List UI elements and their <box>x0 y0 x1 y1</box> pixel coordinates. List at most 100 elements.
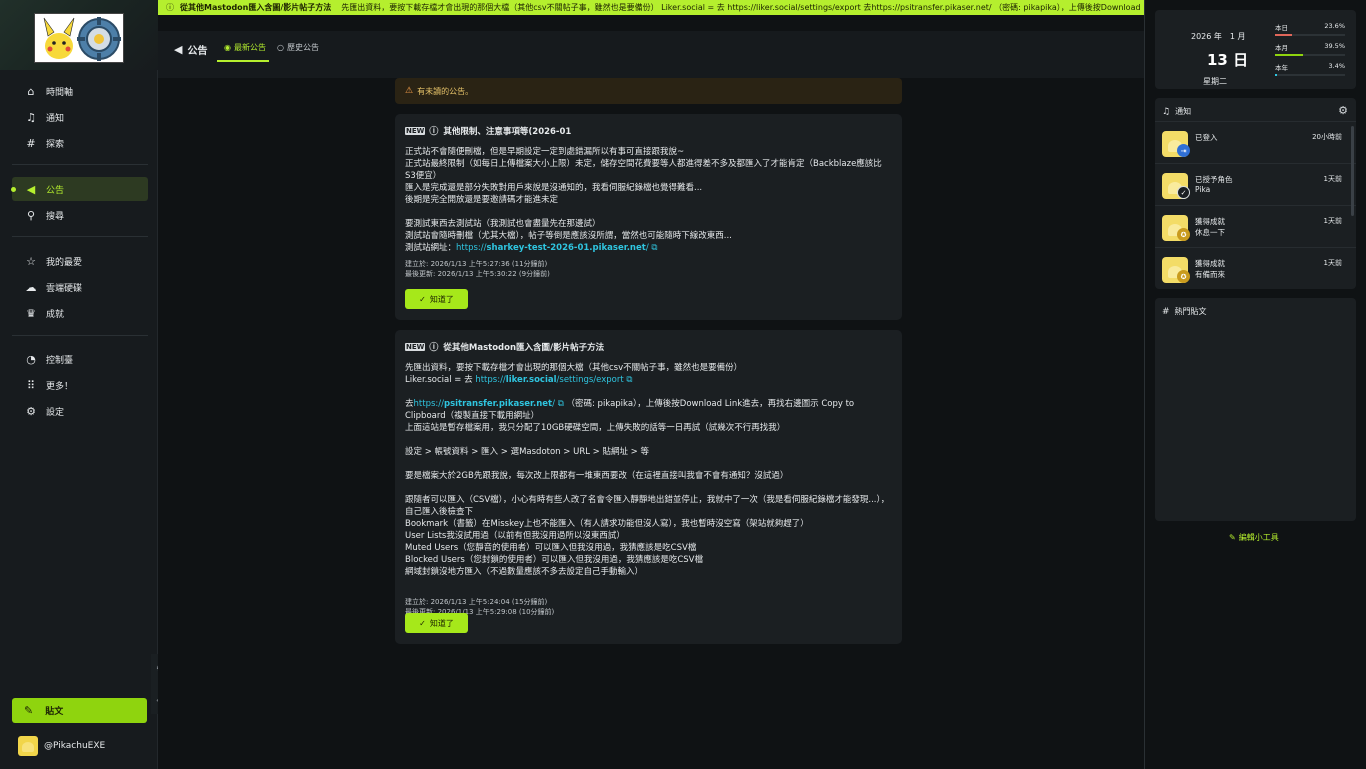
tab-active-underline <box>217 60 269 62</box>
notification-item[interactable]: ✓ 已授予角色 Pika 1天前 <box>1155 163 1356 205</box>
sidebar-item-label: 搜尋 <box>46 211 65 222</box>
sidebar-item-label: 探索 <box>46 139 65 150</box>
widget-header: ♫ 通知 <box>1162 106 1191 117</box>
calendar-weekday: 星期二 <box>1203 77 1227 86</box>
body-line: 上面這站是暫存檔案用，我只分配了10GB硬碟空間，上傳失敗的話等一日再試（試幾次… <box>405 423 786 433</box>
unread-notice-text: 有未讀的公告。 <box>417 86 474 96</box>
body-line: 設定 > 帳號資料 > 匯入 > 選Masdoton > URL > 貼網址 >… <box>405 447 650 457</box>
link-scheme: https:// <box>475 375 506 385</box>
sidebar-item-search[interactable]: ⚲ 搜尋 <box>12 203 148 227</box>
announcement-card: NEW ⓘ 其他限制、注意事項等(2026-01 正式站不會隨便刪檔，但是早期設… <box>395 114 902 320</box>
sidebar-item-favorites[interactable]: ☆ 我的最愛 <box>12 249 148 273</box>
new-badge-icon: NEW <box>405 126 426 135</box>
body-line <box>405 386 892 398</box>
link-host: psitransfer.pikaser.net <box>443 399 553 409</box>
main-column: ◀ 公告 ◉ 最新公告 ○ 歷史公告 ⚠ 有未讀的公告。 NEW ⓘ 其他限制、… <box>158 15 1145 769</box>
notification-title: 已授予角色 <box>1195 175 1233 184</box>
notifications-widget: ♫ 通知 ⚙ ⇥ 已登入 20小時前 ✓ 已授予角色 Pika 1天前 ✪ 獲得… <box>1155 98 1356 289</box>
ticker-text: 先匯出資料，要按下載存檔才會出現的那個大檔（其他csv不關帖子事，雖然也是要備份… <box>341 3 1145 12</box>
link-path: / <box>645 243 649 253</box>
widgets-pane: 2026 年 1 月 13 日 星期二 本日 23.6% 本月 39.5% 本年… <box>1145 0 1366 769</box>
stat-year: 本年 3.4% <box>1275 62 1345 76</box>
announcement-body: 先匯出資料，要按下載存檔才會出現的那個大檔（其他csv不關帖子事，雖然也是要備份… <box>405 362 892 578</box>
notification-time: 1天前 <box>1323 259 1342 267</box>
widget-title: 熱門貼文 <box>1174 307 1207 316</box>
scrollbar-thumb[interactable] <box>1351 126 1354 216</box>
page-title-text: 公告 <box>187 46 208 57</box>
tab-label: 最新公告 <box>233 43 266 52</box>
sidebar-item-announcements[interactable]: ◀ 公告 <box>11 177 148 201</box>
medal-icon: ✪ <box>1177 228 1190 241</box>
sidebar-item-control-panel[interactable]: ◔ 控制臺 <box>12 347 148 371</box>
sidebar-item-settings[interactable]: ⚙ 設定 <box>12 399 148 423</box>
check-icon: ✓ <box>419 294 426 304</box>
post-button-label: 貼文 <box>45 707 64 717</box>
sidebar-item-achievements[interactable]: ♛ 成就 <box>12 301 148 325</box>
announcement-title-text: 從其他Mastodon匯入含圖/影片帖子方法 <box>443 342 605 353</box>
home-icon: ⌂ <box>27 84 35 98</box>
tab-history[interactable]: ○ 歷史公告 <box>277 42 319 53</box>
body-line <box>405 434 892 446</box>
link-prefix: Liker.social = 去 <box>405 375 473 385</box>
instance-logo[interactable] <box>34 13 124 63</box>
check-icon: ✓ <box>1177 186 1190 199</box>
notification-item[interactable]: ✪ 獲得成就 休息一下 1天前 <box>1155 205 1356 247</box>
account-button[interactable]: @PikachuEXE <box>18 736 105 756</box>
post-button[interactable]: ✎ 貼文 <box>12 698 147 723</box>
pencil-icon: ✎ <box>24 704 34 717</box>
stat-value: 39.5% <box>1324 42 1345 50</box>
tab-latest[interactable]: ◉ 最新公告 <box>224 42 266 53</box>
check-icon: ✓ <box>419 618 426 628</box>
sidebar-item-timeline[interactable]: ⌂ 時間軸 <box>12 79 148 103</box>
clock-icon: ○ <box>277 43 284 52</box>
announcement-title: NEW ⓘ 其他限制、注意事項等(2026-01 <box>405 124 571 137</box>
stat-value: 3.4% <box>1328 62 1345 70</box>
notification-title: 獲得成就 <box>1195 259 1225 268</box>
sidebar-item-label: 時間軸 <box>46 87 74 98</box>
gear-icon[interactable]: ⚙ <box>1338 104 1348 117</box>
dashboard-icon: ◔ <box>26 352 36 366</box>
sidebar-item-more[interactable]: ⠿ 更多！ <box>12 373 148 397</box>
body-line: Liker.social = 去 https://liker.social/se… <box>405 374 892 386</box>
body-line: 後期是完全開放還是要邀請碼才能進未定 <box>405 195 559 205</box>
acknowledge-button[interactable]: ✓ 知道了 <box>405 289 468 309</box>
notification-item[interactable]: ⇥ 已登入 20小時前 <box>1155 121 1356 163</box>
calendar-year-month: 2026 年 1 月 <box>1191 32 1246 41</box>
body-line: Bookmark（書籤）在Misskey上也不能匯入（有人請求功能但沒人寫），我… <box>405 519 809 529</box>
trophy-icon: ♛ <box>26 306 36 320</box>
acknowledge-button[interactable]: ✓ 知道了 <box>405 613 468 633</box>
new-badge-icon: NEW <box>405 342 426 351</box>
notification-detail: Pika <box>1195 185 1211 194</box>
trending-widget: # 熱門貼文 <box>1155 298 1356 521</box>
sidebar-item-label: 控制臺 <box>46 355 74 366</box>
stat-day: 本日 23.6% <box>1275 22 1345 36</box>
megaphone-icon: ◀ <box>174 43 183 56</box>
body-line: Muted Users（您靜音的使用者）可以匯入但我沒用過，我猜應該是吃CSV檔 <box>405 543 697 553</box>
notification-item[interactable]: ✪ 獲得成就 有備而來 1天前 <box>1155 247 1356 289</box>
body-line <box>405 458 892 470</box>
active-indicator <box>11 187 16 192</box>
hash-icon: # <box>1162 306 1170 317</box>
edit-widgets-button[interactable]: ✎ 編輯小工具 <box>1229 532 1279 543</box>
grid-icon: ⠿ <box>26 378 36 392</box>
calendar-widget: 2026 年 1 月 13 日 星期二 本日 23.6% 本月 39.5% 本年… <box>1155 10 1356 89</box>
notification-time: 1天前 <box>1323 175 1342 183</box>
cloud-icon: ☁ <box>25 280 37 294</box>
medal-icon: ✪ <box>1177 270 1190 283</box>
liker-export-link[interactable]: https://liker.social/settings/export ⧉ <box>475 375 632 385</box>
stat-bar <box>1275 54 1345 56</box>
stat-fill <box>1275 74 1278 76</box>
tab-label: 歷史公告 <box>286 43 319 52</box>
body-line: 測試站網址：https://sharkey-test-2026-01.pikas… <box>405 242 892 254</box>
notification-time: 20小時前 <box>1312 133 1342 141</box>
hash-icon: # <box>26 136 36 150</box>
sidebar-item-drive[interactable]: ☁ 雲端硬碟 <box>12 275 148 299</box>
external-link-icon: ⧉ <box>557 399 564 409</box>
psitransfer-link[interactable]: https://psitransfer.pikaser.net/ ⧉ <box>414 399 564 409</box>
sidebar-item-notifications[interactable]: ♫ 通知 <box>12 105 148 129</box>
page-title: ◀ 公告 <box>174 42 207 57</box>
announcement-ticker[interactable]: ⓘ 從其他Mastodon匯入含圖/影片帖子方法 先匯出資料，要按下載存檔才會出… <box>158 0 1145 15</box>
test-site-link[interactable]: https://sharkey-test-2026-01.pikaser.net… <box>456 243 657 253</box>
unread-announcement-notice: ⚠ 有未讀的公告。 <box>395 78 902 104</box>
sidebar-item-explore[interactable]: # 探索 <box>12 131 148 155</box>
